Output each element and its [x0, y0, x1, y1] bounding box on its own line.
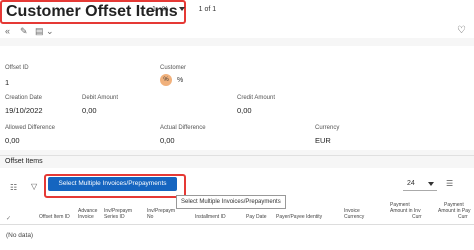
offset-items-title: Offset Items: [5, 158, 43, 165]
list-view-icon[interactable]: ☷: [10, 183, 17, 192]
customer-value[interactable]: %: [177, 77, 183, 84]
creation-date-value: 19/10/2022: [5, 106, 43, 115]
collapse-left-icon[interactable]: «: [5, 24, 10, 38]
filter-icon[interactable]: ▽: [31, 182, 37, 191]
col-pay-pay-line3[interactable]: Curr: [458, 214, 468, 220]
section-divider: [0, 155, 474, 156]
col-invoice-currency-line2[interactable]: Currency: [344, 214, 364, 220]
chevron-down-icon[interactable]: [178, 7, 185, 12]
allowed-difference-label: Allowed Difference: [5, 125, 55, 131]
customer-avatar: %: [160, 74, 172, 86]
allowed-difference-value: 0,00: [5, 136, 20, 145]
chevron-down-icon: [428, 182, 434, 186]
col-series-line2[interactable]: Series ID: [104, 214, 125, 220]
offset-id-label: Offset ID: [5, 65, 29, 71]
top-bar: Customer Offset Items 1 - % -1 of 1: [0, 0, 474, 24]
offset-id-value: 1: [5, 78, 10, 87]
creation-date-label: Creation Date: [5, 95, 43, 101]
select-multiple-invoices-button[interactable]: Select Multiple Invoices/Prepayments: [48, 177, 177, 191]
debit-amount-label: Debit Amount: [82, 95, 119, 101]
col-payer-payee[interactable]: Payer/Payee Identity: [276, 214, 322, 220]
button-tooltip: Select Multiple Invoices/Prepayments: [176, 195, 286, 209]
credit-amount-label: Credit Amount: [237, 95, 276, 101]
clipboard-menu-icon[interactable]: ▤ ⌄: [35, 24, 54, 38]
col-offset-item-id[interactable]: Offset Item ID: [39, 214, 70, 220]
favorite-heart-icon[interactable]: ♡: [457, 24, 466, 38]
col-pay-inv-line3[interactable]: Curr: [412, 214, 422, 220]
page-size-value: 24: [407, 180, 415, 187]
col-pay-date[interactable]: Pay Date: [246, 214, 267, 220]
debit-amount-value: 0,00: [82, 106, 97, 115]
currency-label: Currency: [315, 125, 340, 131]
toolbar: « ✎ ▤ ⌄ ♡: [0, 24, 474, 38]
pager-range: 1 - % -: [152, 6, 173, 13]
actual-difference-label: Actual Difference: [160, 125, 206, 131]
row-select-checkmark-icon[interactable]: ✓: [6, 215, 11, 222]
pager-count: 1 of 1: [198, 6, 217, 13]
col-installment-id[interactable]: Installment ID: [195, 214, 226, 220]
col-advance-line2[interactable]: Invoice: [78, 214, 94, 220]
page-size-select[interactable]: 24: [403, 178, 437, 191]
credit-amount-value: 0,00: [237, 106, 252, 115]
col-no-line2[interactable]: No: [147, 214, 153, 220]
empty-grid-message: (No data): [6, 232, 34, 239]
customer-label: Customer: [160, 65, 187, 71]
grid-header-divider: [0, 224, 474, 225]
edit-icon[interactable]: ✎: [20, 24, 28, 38]
columns-settings-icon[interactable]: ☰: [446, 179, 453, 188]
currency-value: EUR: [315, 136, 331, 145]
record-pager[interactable]: 1 - % - 1 of 1: [152, 6, 216, 13]
actual-difference-value: 0,00: [160, 136, 175, 145]
